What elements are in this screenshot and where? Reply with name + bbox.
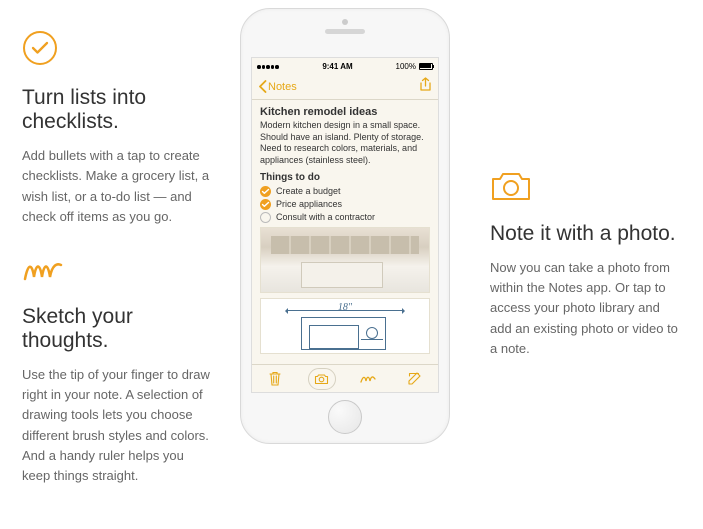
note-toolbar: [252, 364, 438, 392]
checkmark-circle-icon: [22, 30, 215, 71]
feature-photo: Note it with a photo. Now you can take a…: [490, 170, 685, 359]
sketch-drawing[interactable]: 18": [260, 298, 430, 354]
feature-checklist-title: Turn lists into checklists.: [22, 86, 215, 134]
back-label: Notes: [268, 81, 297, 93]
feature-sketch-body: Use the tip of your finger to draw right…: [22, 365, 215, 486]
right-column: Note it with a photo. Now you can take a…: [460, 0, 703, 529]
compose-button[interactable]: [400, 371, 430, 386]
left-column: Turn lists into checklists. Add bullets …: [0, 0, 230, 529]
feature-photo-body: Now you can take a photo from within the…: [490, 258, 685, 359]
feature-checklist-body: Add bullets with a tap to create checkli…: [22, 146, 215, 227]
check-filled-icon[interactable]: [260, 186, 271, 197]
camera-button[interactable]: [307, 368, 337, 390]
checklist-row[interactable]: Price appliances: [260, 199, 430, 210]
feature-sketch: Sketch your thoughts. Use the tip of you…: [22, 257, 215, 486]
iphone-device: 9:41 AM 100% Notes: [240, 8, 450, 444]
phone-camera-dot: [342, 19, 348, 25]
camera-icon: [490, 170, 685, 207]
trash-button[interactable]: [260, 371, 290, 387]
feature-checklist: Turn lists into checklists. Add bullets …: [22, 30, 215, 227]
center-column: 9:41 AM 100% Notes: [230, 0, 460, 529]
phone-screen: 9:41 AM 100% Notes: [251, 57, 439, 393]
battery-percent: 100%: [396, 62, 416, 71]
home-button[interactable]: [328, 400, 362, 434]
checklist-row[interactable]: Create a budget: [260, 186, 430, 197]
share-button[interactable]: [419, 77, 432, 97]
chevron-left-icon: [258, 80, 267, 93]
feature-sketch-title: Sketch your thoughts.: [22, 305, 215, 353]
battery-icon: [419, 63, 433, 70]
status-bar: 9:41 AM 100%: [252, 58, 438, 74]
check-empty-icon[interactable]: [260, 212, 271, 223]
squiggle-icon: [22, 257, 215, 290]
check-filled-icon[interactable]: [260, 199, 271, 210]
checklist-row[interactable]: Consult with a contractor: [260, 212, 430, 223]
status-time: 9:41 AM: [322, 62, 352, 71]
note-section-heading: Things to do: [260, 172, 430, 183]
checklist-item-label: Create a budget: [276, 186, 341, 196]
signal-dots-icon: [257, 62, 280, 71]
back-button[interactable]: Notes: [258, 80, 297, 93]
feature-photo-title: Note it with a photo.: [490, 222, 685, 246]
nav-bar: Notes: [252, 74, 438, 100]
note-content[interactable]: Kitchen remodel ideas Modern kitchen des…: [252, 100, 438, 360]
note-title: Kitchen remodel ideas: [260, 106, 430, 118]
checklist-item-label: Consult with a contractor: [276, 212, 375, 222]
kitchen-photo[interactable]: [260, 227, 430, 293]
draw-button[interactable]: [353, 373, 383, 385]
checklist-item-label: Price appliances: [276, 199, 342, 209]
note-description: Modern kitchen design in a small space. …: [260, 120, 430, 167]
